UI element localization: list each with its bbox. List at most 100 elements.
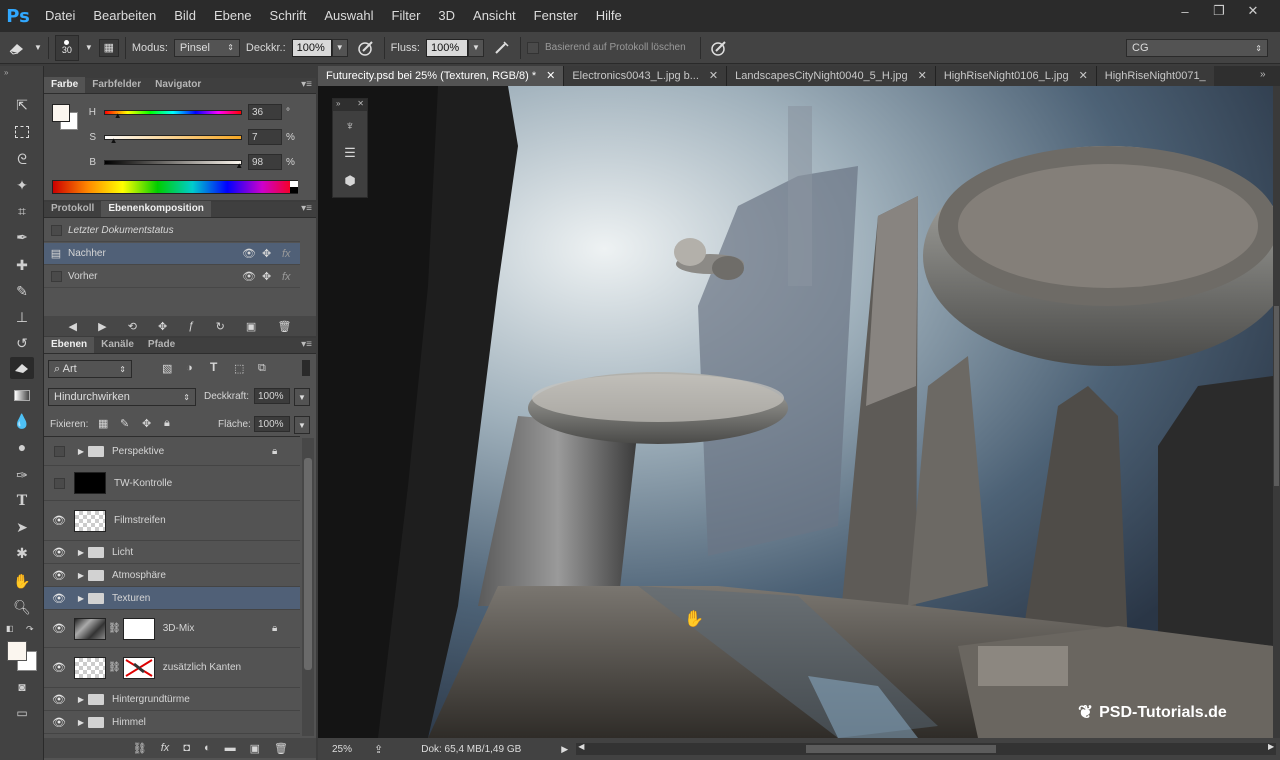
expand-arrow-icon[interactable]: ▶ [74,695,88,704]
new-layer-icon[interactable]: ▣ [250,742,260,755]
update-comp-icon[interactable]: ↻ [216,320,225,333]
eraser-tool-icon[interactable] [10,357,34,379]
brush-presets-icon[interactable]: ♆ [333,111,367,139]
default-colors-icon[interactable]: ◧ [6,624,14,633]
tab-protokoll[interactable]: Protokoll [44,201,101,217]
menu-3d[interactable]: 3D [429,0,464,32]
layer-row[interactable]: 👁︎ ⛓︎ 3D-Mix 🔒︎ [44,610,300,648]
dodge-tool-icon[interactable]: ● [10,436,34,458]
layers-scrollbar[interactable] [302,438,314,736]
type-tool-icon[interactable]: T [10,490,34,512]
menu-bearbeiten[interactable]: Bearbeiten [84,0,165,32]
hue-slider-thumb[interactable]: ▲ [114,111,122,120]
add-mask-icon[interactable]: ◘ [183,742,190,754]
layer-row[interactable]: 👁︎ ▶ Atmosphäre [44,564,300,587]
screen-mode-icon[interactable]: ▭ [10,702,34,724]
close-tab-icon[interactable]: ✕ [1079,66,1088,86]
hue-input[interactable]: 36 [248,104,282,120]
adjustment-layer-icon[interactable]: ◐ [204,742,211,754]
lock-all-icon[interactable]: 🔒︎ [164,417,170,430]
share-icon[interactable]: ⇪ [374,743,383,756]
expand-arrow-icon[interactable]: ▶ [74,548,88,557]
visibility-icon[interactable]: 👁︎ [242,247,256,260]
shape-filter-icon[interactable]: ⬚ [234,362,244,375]
shape-tool-icon[interactable]: ✱ [10,542,34,564]
layer-row[interactable]: TW-Kontrolle [44,466,300,501]
document-tab[interactable]: Electronics0043_L.jpg b... ✕ [564,66,728,86]
document-canvas[interactable]: ✋ » ✕ ♆ ☰ ⬢ ❦ PSD-Tutorials.de [318,86,1273,738]
fill-dropdown-icon[interactable]: ▼ [294,416,310,434]
layer-row[interactable]: 👁︎ ▶ Himmel [44,711,300,734]
pressure-size-icon[interactable] [707,39,731,57]
layer-mask-thumbnail[interactable] [122,617,155,640]
pen-tool-icon[interactable]: ✑ [10,464,34,486]
apply-comp-checkbox[interactable] [50,271,62,282]
brightness-input[interactable]: 98 [248,154,282,170]
layer-opacity-input[interactable]: 100% [254,388,290,404]
collapse-toolbar-icon[interactable]: » [4,68,8,77]
blend-mode-select[interactable]: Hindurchwirken ⇕ [48,388,196,406]
fill-input[interactable]: 100% [254,416,290,432]
workspace-select[interactable]: CG ⇕ [1126,39,1268,57]
menu-ansicht[interactable]: Ansicht [464,0,525,32]
list-item[interactable]: Letzter Dokumentstatus [44,220,300,242]
list-item[interactable]: ▤ Nachher 👁︎ ✥ fx [44,243,300,265]
visibility-eye-icon[interactable]: 👁︎ [44,592,74,605]
mode-select[interactable]: Pinsel ⇕ [173,38,240,57]
move-tool-icon[interactable]: ⇱ [10,94,34,116]
expand-arrow-icon[interactable]: ▶ [74,718,88,727]
visibility-eye-icon[interactable]: 👁︎ [44,546,74,559]
lock-position-icon[interactable]: ✥ [142,417,151,430]
eyedropper-tool-icon[interactable]: ✒ [10,226,34,248]
horizontal-scrollbar[interactable]: ◀ ▶ [576,742,1277,755]
previous-comp-icon[interactable]: ◀ [69,320,77,333]
mask-link-icon[interactable]: ⛓︎ [108,662,121,673]
visibility-eye-icon[interactable]: 👁︎ [44,693,74,706]
eraser-tool-icon[interactable] [6,41,28,55]
saturation-input[interactable]: 7 [248,129,282,145]
close-tab-icon[interactable]: ✕ [709,66,718,86]
layer-style-icon[interactable]: fx [161,742,170,754]
update-position-icon[interactable]: ✥ [158,320,167,333]
menu-filter[interactable]: Filter [383,0,430,32]
lasso-tool-icon[interactable]: ᘓ [10,148,34,170]
delete-comp-icon[interactable]: 🗑︎ [277,320,291,333]
menu-ebene[interactable]: Ebene [205,0,261,32]
fx-icon[interactable]: fx [282,248,291,260]
disabled-mask-thumbnail[interactable] [122,656,155,679]
saturation-slider-thumb[interactable]: ▲ [110,136,118,145]
hue-slider[interactable] [104,109,242,115]
status-menu-arrow-icon[interactable]: ▶ [561,744,568,755]
new-comp-icon[interactable]: ▣ [246,320,256,333]
lock-transparent-icon[interactable]: ▦ [98,417,108,430]
quick-mask-icon[interactable]: ◙ [10,676,34,698]
magic-wand-tool-icon[interactable]: ✦ [10,174,34,196]
close-icon[interactable]: ✕ [357,99,364,111]
type-filter-icon[interactable]: T [210,360,217,374]
tab-kanaele[interactable]: Kanäle [94,337,141,353]
tab-ebenen[interactable]: Ebenen [44,337,95,353]
gradient-tool-icon[interactable] [10,384,34,406]
layer-row[interactable]: 👁︎ ▶ Licht [44,541,300,564]
position-icon[interactable]: ✥ [262,270,271,283]
new-group-icon[interactable]: ▬ [225,742,236,754]
visibility-eye-icon[interactable]: 👁︎ [44,716,74,729]
color-ramp[interactable] [52,180,298,194]
minimize-button[interactable]: – [1168,0,1202,22]
scrollbar-thumb[interactable] [1274,306,1279,486]
menu-datei[interactable]: Datei [36,0,84,32]
saturation-slider[interactable] [104,134,242,140]
crop-tool-icon[interactable]: ⌗ [10,200,34,222]
update-appearance-icon[interactable]: ⟲ [128,320,137,333]
brush-dropdown-icon[interactable]: ▼ [85,43,93,52]
visibility-eye-icon[interactable]: 👁︎ [44,514,74,527]
brush-tool-icon[interactable]: ✎ [10,280,34,302]
document-tab[interactable]: HighRiseNight0071_ [1096,66,1214,86]
vertical-scrollbar[interactable] [1273,86,1280,738]
scrollbar-thumb[interactable] [806,745,997,753]
panel-menu-icon[interactable]: ▾≡ [301,77,316,93]
menu-auswahl[interactable]: Auswahl [315,0,382,32]
swap-colors-icon[interactable]: ↷ [26,624,34,635]
tab-pfade[interactable]: Pfade [141,337,182,353]
brightness-slider-thumb[interactable]: ▲ [235,161,243,170]
